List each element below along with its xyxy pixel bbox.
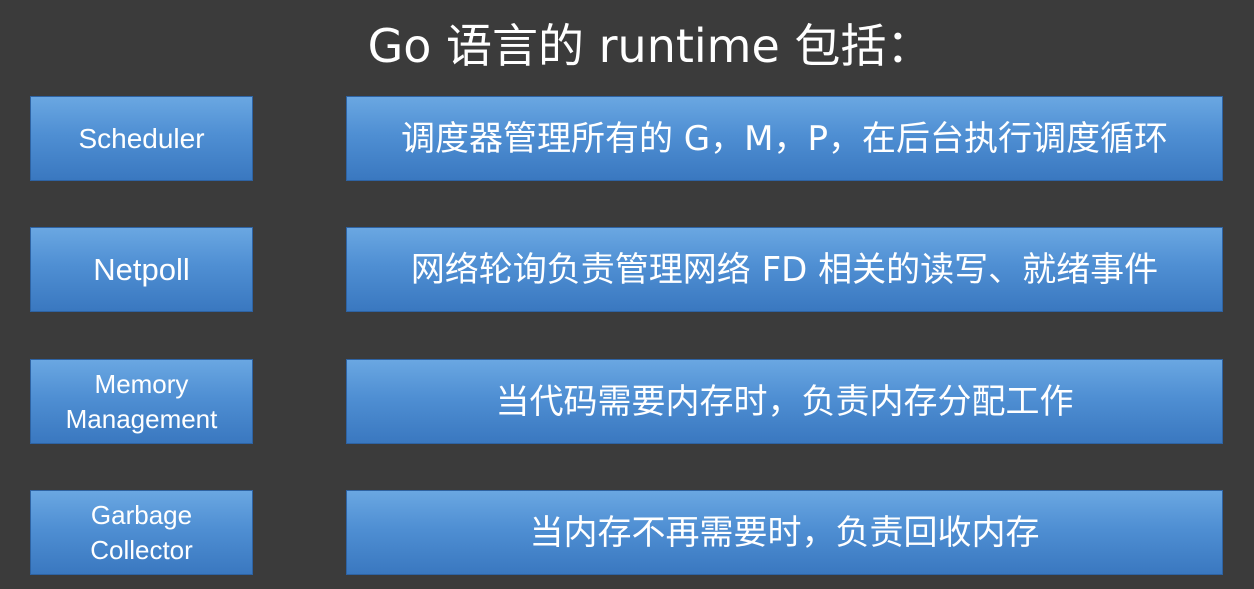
component-label-line-1: Memory	[94, 368, 189, 399]
description-memory-management: 当代码需要内存时，负责内存分配工作	[495, 381, 1074, 422]
component-box-garbage-collector: Garbage Collector	[30, 490, 253, 575]
component-label-scheduler: Scheduler	[78, 122, 205, 154]
description-box-netpoll: 网络轮询负责管理网络 FD 相关的读写、就绪事件	[346, 227, 1223, 312]
component-label-line-2: Management	[65, 403, 218, 434]
component-label-memory-management: Memory Management	[66, 367, 218, 437]
component-box-scheduler: Scheduler	[30, 96, 253, 181]
component-label-netpoll: Netpoll	[93, 251, 190, 287]
component-label-line-2: Collector	[90, 534, 193, 565]
component-label-garbage-collector: Garbage Collector	[90, 498, 193, 568]
description-box-memory-management: 当代码需要内存时，负责内存分配工作	[346, 359, 1223, 444]
component-box-netpoll: Netpoll	[30, 227, 253, 312]
description-box-scheduler: 调度器管理所有的 G，M，P，在后台执行调度循环	[346, 96, 1223, 181]
description-box-garbage-collector: 当内存不再需要时，负责回收内存	[346, 490, 1223, 575]
component-label-line-1: Garbage	[90, 499, 193, 530]
page-title: Go 语言的 runtime 包括：	[367, 19, 933, 73]
component-box-memory-management: Memory Management	[30, 359, 253, 444]
description-garbage-collector: 当内存不再需要时，负责回收内存	[529, 512, 1040, 553]
description-netpoll: 网络轮询负责管理网络 FD 相关的读写、就绪事件	[410, 249, 1159, 290]
description-scheduler: 调度器管理所有的 G，M，P，在后台执行调度循环	[401, 118, 1168, 159]
